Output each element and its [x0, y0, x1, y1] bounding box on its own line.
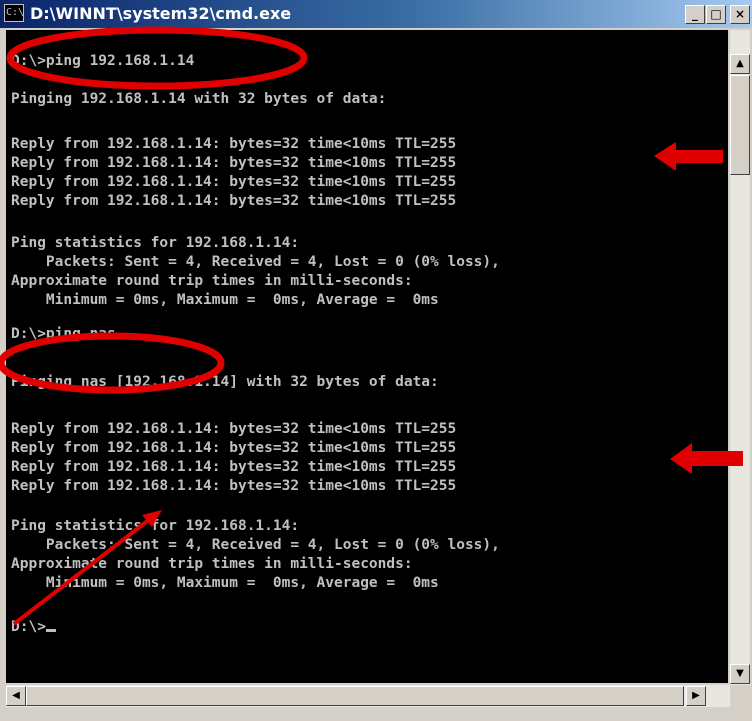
console-line: Reply from 192.168.1.14: bytes=32 time<1… [11, 440, 457, 456]
cmd-window: C:\ D:\WINNT\system32\cmd.exe _ □ × D:\>… [0, 0, 752, 721]
scroll-right-button[interactable]: ▶ [686, 686, 706, 706]
console-line: Packets: Sent = 4, Received = 4, Lost = … [11, 537, 500, 553]
console-line: Ping statistics for 192.168.1.14: [11, 235, 300, 251]
scroll-up-button[interactable]: ▲ [730, 54, 750, 74]
console-line: Reply from 192.168.1.14: bytes=32 time<1… [11, 174, 457, 190]
minimize-button[interactable]: _ [685, 5, 705, 24]
scroll-left-button[interactable]: ◀ [6, 686, 26, 706]
close-button[interactable]: × [730, 5, 750, 24]
window-title: D:\WINNT\system32\cmd.exe [30, 4, 292, 23]
console-line: Reply from 192.168.1.14: bytes=32 time<1… [11, 459, 457, 475]
console-line: Reply from 192.168.1.14: bytes=32 time<1… [11, 155, 457, 171]
console-line: Minimum = 0ms, Maximum = 0ms, Average = … [11, 575, 439, 591]
scroll-down-button[interactable]: ▼ [730, 664, 750, 684]
console-line: Packets: Sent = 4, Received = 4, Lost = … [11, 254, 500, 270]
title-bar[interactable]: C:\ D:\WINNT\system32\cmd.exe _ □ × [0, 0, 752, 28]
console-prompt: D:\> [11, 619, 46, 635]
console-line: Reply from 192.168.1.14: bytes=32 time<1… [11, 193, 457, 209]
console-line: Reply from 192.168.1.14: bytes=32 time<1… [11, 136, 457, 152]
console-line: D:\>ping 192.168.1.14 [11, 53, 195, 69]
console-output[interactable]: D:\>ping 192.168.1.14 Pinging 192.168.1.… [6, 30, 728, 683]
console-line: Reply from 192.168.1.14: bytes=32 time<1… [11, 421, 457, 437]
console-line: Minimum = 0ms, Maximum = 0ms, Average = … [11, 292, 439, 308]
vertical-scrollbar[interactable]: ▲ ▼ [730, 30, 750, 685]
console-line: Approximate round trip times in milli-se… [11, 556, 413, 572]
cmd-icon-label: C:\ [6, 7, 25, 18]
resize-grip[interactable] [730, 685, 750, 707]
console-prompt-line: D:\> [11, 618, 56, 637]
console-line: D:\>ping nas [11, 326, 116, 342]
vertical-scroll-thumb[interactable] [730, 75, 750, 175]
console-line: Pinging nas [192.168.1.14] with 32 bytes… [11, 374, 439, 390]
console-line: Reply from 192.168.1.14: bytes=32 time<1… [11, 478, 457, 494]
console-line: Pinging 192.168.1.14 with 32 bytes of da… [11, 91, 387, 107]
console-line: Approximate round trip times in milli-se… [11, 273, 413, 289]
cmd-app-icon[interactable]: C:\ [4, 4, 24, 22]
horizontal-scroll-thumb[interactable] [26, 686, 684, 706]
horizontal-scrollbar[interactable]: ◀ ▶ [6, 685, 730, 707]
text-cursor [45, 629, 56, 632]
console-line: Ping statistics for 192.168.1.14: [11, 518, 300, 534]
maximize-button[interactable]: □ [706, 5, 726, 24]
